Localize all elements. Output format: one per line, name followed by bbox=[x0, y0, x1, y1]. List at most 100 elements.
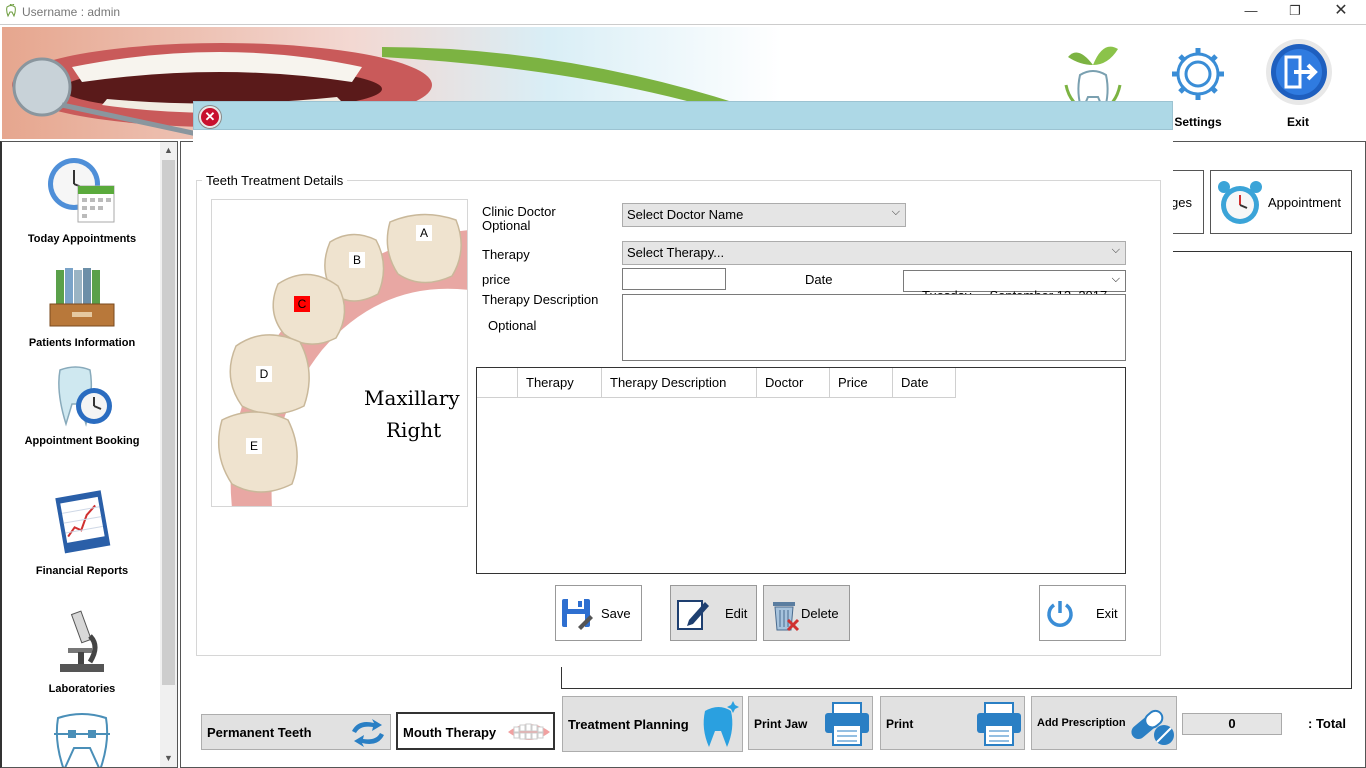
sidebar-item-orthodontics[interactable] bbox=[2, 712, 162, 767]
total-label: : Total bbox=[1308, 716, 1347, 731]
sidebar-item-label: Today Appointments bbox=[27, 233, 137, 245]
power-icon bbox=[1047, 601, 1073, 627]
treatment-planning-label: Treatment Planning bbox=[568, 717, 689, 732]
save-label: Save bbox=[601, 606, 631, 621]
grid-header-price[interactable]: Price bbox=[830, 368, 893, 398]
exit-app-button[interactable]: Exit bbox=[1258, 37, 1338, 132]
tooth-c-marker[interactable]: C bbox=[294, 296, 310, 312]
background-panel-bottom bbox=[561, 667, 1352, 689]
therapy-description-input[interactable] bbox=[622, 294, 1126, 361]
sidebar-item-financial-reports[interactable]: Financial Reports bbox=[2, 488, 162, 577]
swap-arrows-icon bbox=[352, 719, 384, 747]
braces-tooth-icon bbox=[54, 713, 110, 767]
grid-header-date[interactable]: Date bbox=[893, 368, 956, 398]
pills-icon bbox=[1131, 709, 1174, 745]
dentures-icon bbox=[508, 723, 550, 740]
scrollbar-thumb[interactable] bbox=[162, 160, 175, 685]
dialog-exit-button[interactable]: Exit bbox=[1039, 585, 1126, 641]
print-jaw-label: Print Jaw bbox=[754, 717, 808, 731]
window-title: Username : admin bbox=[22, 5, 121, 19]
exit-label: Exit bbox=[1286, 115, 1309, 129]
tooth-b-marker[interactable]: B bbox=[349, 252, 365, 268]
doctor-select[interactable]: Select Doctor Name ⌵ bbox=[622, 203, 906, 227]
grid-row-header bbox=[477, 368, 518, 398]
sidebar-item-laboratories[interactable]: Laboratories bbox=[2, 606, 162, 695]
chevron-down-icon: ⌵ bbox=[1111, 273, 1120, 285]
exit-door-icon bbox=[1266, 39, 1332, 105]
scroll-up-arrow-icon[interactable]: ▲ bbox=[160, 142, 177, 159]
background-panel bbox=[1172, 251, 1352, 689]
scroll-down-arrow-icon[interactable]: ▼ bbox=[160, 750, 177, 767]
tooth-clock-icon bbox=[58, 366, 112, 427]
sidebar-item-patients-information[interactable]: Patients Information bbox=[2, 266, 162, 349]
tooth-e-marker[interactable]: E bbox=[246, 438, 262, 454]
chevron-down-icon: ⌵ bbox=[891, 206, 900, 218]
minimize-button[interactable]: — bbox=[1228, 0, 1274, 24]
delete-label: Delete bbox=[801, 606, 839, 621]
print-jaw-button[interactable]: Print Jaw bbox=[748, 696, 873, 750]
edit-button[interactable]: Edit bbox=[670, 585, 757, 641]
clock-calendar-icon bbox=[48, 158, 115, 223]
app-tooth-icon bbox=[6, 4, 16, 18]
grid-header-doctor[interactable]: Doctor bbox=[757, 368, 830, 398]
alarm-clock-icon bbox=[1218, 181, 1262, 224]
add-prescription-button[interactable]: Add Prescription bbox=[1031, 696, 1177, 750]
printer-icon bbox=[977, 702, 1021, 746]
sidebar-scrollbar[interactable]: ▲ ▼ bbox=[160, 142, 177, 767]
grid-header-therapy[interactable]: Therapy bbox=[518, 368, 602, 398]
sidebar: Today Appointments Patients Information … bbox=[0, 141, 178, 768]
report-chart-icon bbox=[55, 490, 111, 554]
sidebar-item-label: Appointment Booking bbox=[24, 435, 140, 447]
permanent-teeth-label: Permanent Teeth bbox=[207, 725, 312, 740]
chevron-down-icon: ⌵ bbox=[1111, 244, 1120, 256]
sidebar-item-label: Patients Information bbox=[28, 337, 136, 349]
print-button[interactable]: Print bbox=[880, 696, 1025, 750]
group-title: Teeth Treatment Details bbox=[202, 173, 348, 188]
window-titlebar: Username : admin — ❐ ✕ bbox=[0, 0, 1366, 24]
tooth-chart-panel: A B C D E Maxillary Right bbox=[211, 199, 468, 507]
printer-icon bbox=[825, 702, 869, 746]
sidebar-item-today-appointments[interactable]: Today Appointments bbox=[2, 156, 162, 245]
dialog-close-icon[interactable]: ✕ bbox=[199, 106, 221, 128]
clinic-doctor-label: Clinic Doctor bbox=[482, 204, 556, 219]
gear-icon bbox=[1172, 48, 1224, 100]
date-label: Date bbox=[805, 272, 833, 287]
chart-title-line2: Right bbox=[386, 418, 442, 442]
mouth-therapy-label: Mouth Therapy bbox=[403, 725, 497, 740]
permanent-teeth-button[interactable]: Permanent Teeth bbox=[201, 714, 391, 750]
grid-header-therapy-description[interactable]: Therapy Description bbox=[602, 368, 757, 398]
mouth-therapy-button[interactable]: Mouth Therapy bbox=[396, 712, 555, 750]
price-input[interactable] bbox=[622, 268, 726, 290]
appointment-button[interactable]: Appointment bbox=[1210, 170, 1352, 234]
therapy-select[interactable]: Select Therapy... ⌵ bbox=[622, 241, 1126, 265]
optional-label: Optional bbox=[482, 218, 531, 233]
restore-button[interactable]: ❐ bbox=[1272, 0, 1318, 24]
chart-title-line1: Maxillary bbox=[364, 386, 460, 410]
print-label: Print bbox=[886, 717, 914, 731]
add-prescription-label: Add Prescription bbox=[1037, 717, 1126, 729]
sparkling-tooth-icon bbox=[703, 701, 739, 747]
therapy-label: Therapy bbox=[482, 247, 530, 262]
optional-label-2: Optional bbox=[488, 318, 537, 333]
doctor-select-value: Select Doctor Name bbox=[627, 207, 744, 222]
trash-icon bbox=[773, 602, 800, 632]
tooth-a-marker[interactable]: A bbox=[416, 225, 432, 241]
delete-button[interactable]: Delete bbox=[763, 585, 850, 641]
therapy-description-label: Therapy Description bbox=[482, 292, 599, 307]
date-picker[interactable]: Tuesday , September 12, 2017 ⌵ bbox=[903, 270, 1126, 303]
dialog-titlebar: ✕ bbox=[193, 101, 1173, 130]
sidebar-item-appointment-booking[interactable]: Appointment Booking bbox=[2, 364, 162, 447]
microscope-icon bbox=[60, 610, 104, 672]
exit-label: Exit bbox=[1096, 606, 1118, 621]
floppy-disk-icon bbox=[562, 599, 593, 630]
therapy-grid[interactable]: Therapy Therapy Description Doctor Price… bbox=[476, 367, 1126, 574]
close-button[interactable]: ✕ bbox=[1318, 0, 1364, 24]
tooth-d-marker[interactable]: D bbox=[256, 366, 272, 382]
appointment-label: Appointment bbox=[1268, 195, 1341, 210]
price-label: price bbox=[482, 272, 511, 287]
treatment-planning-button[interactable]: Treatment Planning bbox=[562, 696, 743, 752]
edit-label: Edit bbox=[725, 606, 748, 621]
sidebar-item-label: Laboratories bbox=[48, 683, 116, 695]
partial-button-label: ges bbox=[1171, 195, 1192, 210]
save-button[interactable]: Save bbox=[555, 585, 642, 641]
